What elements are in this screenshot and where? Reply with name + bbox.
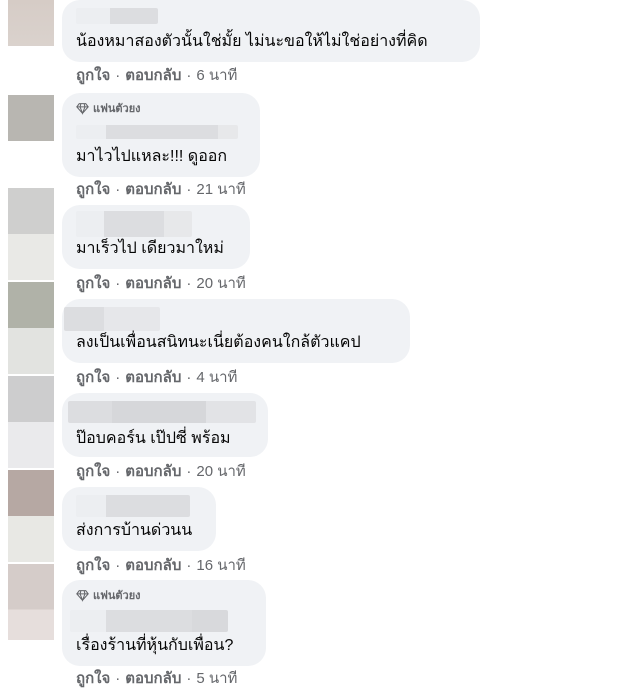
- commenter-name-redacted[interactable]: [76, 8, 158, 24]
- comment-actions: ถูกใจ · ตอบกลับ · 6 นาที: [76, 67, 237, 85]
- timestamp[interactable]: 20 นาที: [196, 463, 245, 480]
- comment-text: ลงเป็นเพื่อนสนิทนะเนี่ยต้องคนใกล้ตัวแคป: [76, 334, 361, 351]
- like-link[interactable]: ถูกใจ: [76, 369, 110, 386]
- comment-bubble: ลงเป็นเพื่อนสนิทนะเนี่ยต้องคนใกล้ตัวแคป: [62, 299, 410, 363]
- comment-text: น้องหมาสองตัวนั้นใช่มั้ย ไม่นะขอให้ไม่ใช…: [76, 33, 428, 50]
- comment-actions: ถูกใจ · ตอบกลับ · 21 นาที: [76, 181, 246, 199]
- separator: ·: [186, 557, 192, 574]
- comment-actions: ถูกใจ · ตอบกลับ · 20 นาที: [76, 275, 246, 293]
- comment-actions: ถูกใจ · ตอบกลับ · 5 นาที: [76, 670, 237, 688]
- reply-link[interactable]: ตอบกลับ: [125, 67, 181, 84]
- timestamp[interactable]: 20 นาที: [196, 275, 245, 292]
- comment-bubble: แฟนตัวยง มาไวไปแหละ!!! ดูออก: [62, 93, 260, 177]
- separator: ·: [186, 369, 192, 386]
- comment-actions: ถูกใจ · ตอบกลับ · 4 นาที: [76, 369, 237, 387]
- fan-badge-label: แฟนตัวยง: [93, 103, 141, 115]
- avatar[interactable]: [8, 282, 54, 374]
- comment-actions: ถูกใจ · ตอบกลับ · 20 นาที: [76, 463, 246, 481]
- like-link[interactable]: ถูกใจ: [76, 670, 110, 687]
- comment-bubble: ส่งการบ้านด่วนน: [62, 487, 216, 551]
- timestamp[interactable]: 6 นาที: [196, 67, 237, 84]
- like-link[interactable]: ถูกใจ: [76, 181, 110, 198]
- avatar[interactable]: [8, 95, 54, 141]
- diamond-icon: [76, 102, 89, 115]
- comment-actions: ถูกใจ · ตอบกลับ · 16 นาที: [76, 557, 246, 575]
- fan-badge: แฟนตัวยง: [76, 587, 141, 603]
- like-link[interactable]: ถูกใจ: [76, 557, 110, 574]
- reply-link[interactable]: ตอบกลับ: [125, 670, 181, 687]
- fan-badge: แฟนตัวยง: [76, 100, 141, 116]
- separator: ·: [115, 463, 121, 480]
- separator: ·: [186, 67, 192, 84]
- comment-bubble: มาเร็วไป เดียวมาใหม่: [62, 205, 250, 269]
- like-link[interactable]: ถูกใจ: [76, 67, 110, 84]
- timestamp[interactable]: 16 นาที: [196, 557, 245, 574]
- commenter-name-redacted[interactable]: [64, 307, 160, 331]
- reply-link[interactable]: ตอบกลับ: [125, 369, 181, 386]
- comment-text: ป๊อบคอร์น เป๊ปซี่ พร้อม: [76, 430, 231, 447]
- commenter-name-redacted[interactable]: [76, 495, 190, 517]
- fan-badge-label: แฟนตัวยง: [93, 590, 141, 602]
- separator: ·: [115, 181, 121, 198]
- commenter-name-redacted[interactable]: [70, 610, 228, 632]
- separator: ·: [115, 557, 121, 574]
- comment-bubble: น้องหมาสองตัวนั้นใช่มั้ย ไม่นะขอให้ไม่ใช…: [62, 0, 480, 62]
- commenter-name-redacted[interactable]: [76, 125, 238, 139]
- avatar[interactable]: [8, 188, 54, 280]
- comment-text: ส่งการบ้านด่วนน: [76, 522, 193, 539]
- reply-link[interactable]: ตอบกลับ: [125, 557, 181, 574]
- commenter-name-redacted[interactable]: [68, 401, 256, 423]
- avatar[interactable]: [8, 376, 54, 468]
- separator: ·: [186, 463, 192, 480]
- like-link[interactable]: ถูกใจ: [76, 463, 110, 480]
- separator: ·: [186, 670, 192, 687]
- avatar[interactable]: [8, 564, 54, 640]
- diamond-icon: [76, 589, 89, 602]
- comment-bubble: แฟนตัวยง เรื่องร้านที่หุ้นกับเพื่อน?: [62, 580, 266, 666]
- timestamp[interactable]: 4 นาที: [196, 369, 237, 386]
- avatar[interactable]: [8, 0, 54, 46]
- reply-link[interactable]: ตอบกลับ: [125, 275, 181, 292]
- like-link[interactable]: ถูกใจ: [76, 275, 110, 292]
- timestamp[interactable]: 21 นาที: [196, 181, 245, 198]
- separator: ·: [115, 67, 121, 84]
- separator: ·: [115, 369, 121, 386]
- reply-link[interactable]: ตอบกลับ: [125, 181, 181, 198]
- separator: ·: [186, 181, 192, 198]
- comment-bubble: ป๊อบคอร์น เป๊ปซี่ พร้อม: [62, 393, 268, 457]
- comment-text: มาเร็วไป เดียวมาใหม่: [76, 240, 224, 257]
- comment-text: มาไวไปแหละ!!! ดูออก: [76, 148, 228, 165]
- separator: ·: [115, 670, 121, 687]
- commenter-name-redacted[interactable]: [76, 211, 192, 237]
- separator: ·: [115, 275, 121, 292]
- avatar[interactable]: [8, 470, 54, 562]
- timestamp[interactable]: 5 นาที: [196, 670, 237, 687]
- reply-link[interactable]: ตอบกลับ: [125, 463, 181, 480]
- comment-text: เรื่องร้านที่หุ้นกับเพื่อน?: [76, 637, 234, 654]
- separator: ·: [186, 275, 192, 292]
